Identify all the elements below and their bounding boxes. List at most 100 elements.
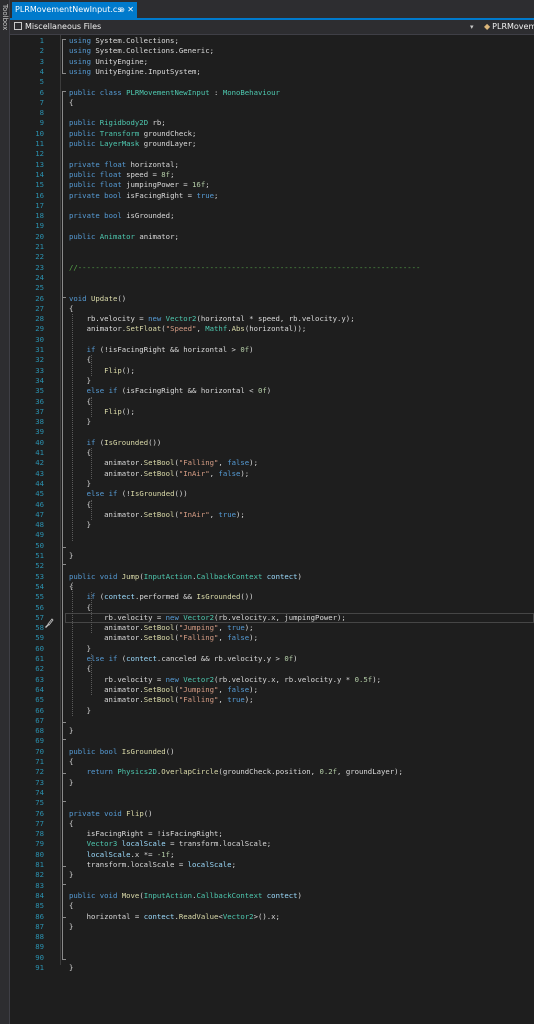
- chevron-down-icon[interactable]: ▾: [470, 20, 474, 34]
- code-line[interactable]: 68}: [10, 726, 534, 736]
- code-line[interactable]: 32 {: [10, 355, 534, 365]
- code-line[interactable]: 48 }: [10, 520, 534, 530]
- code-line[interactable]: 42 animator.SetBool("Falling", false);: [10, 458, 534, 468]
- code-line[interactable]: 41 {: [10, 448, 534, 458]
- code-line[interactable]: 45 else if (!IsGrounded()): [10, 489, 534, 499]
- code-line[interactable]: 44 }: [10, 479, 534, 489]
- code-line[interactable]: 14 public float speed = 8f;: [10, 170, 534, 180]
- code-line[interactable]: 84 public void Move(InputAction.CallbackC…: [10, 891, 534, 901]
- outline-collapse-marker[interactable]: [62, 883, 66, 919]
- code-line[interactable]: 33 Flip();: [10, 366, 534, 376]
- code-line[interactable]: 9 public Rigidbody2D rb;: [10, 118, 534, 128]
- code-line[interactable]: 75: [10, 798, 534, 808]
- code-line[interactable]: 37 Flip();: [10, 407, 534, 417]
- code-line[interactable]: 49: [10, 530, 534, 540]
- code-line[interactable]: 3 using UnityEngine;: [10, 57, 534, 67]
- code-line[interactable]: 66 }: [10, 706, 534, 716]
- code-line[interactable]: 43 animator.SetBool("InAir", false);: [10, 469, 534, 479]
- outline-collapse-marker[interactable]: [62, 801, 66, 867]
- code-line[interactable]: 28 rb.velocity = new Vector2(horizontal …: [10, 314, 534, 324]
- type-dropdown[interactable]: ◆PLRMovemen: [484, 20, 534, 34]
- code-line[interactable]: 1 using System.Collections;: [10, 36, 534, 46]
- code-line[interactable]: 29 animator.SetFloat("Speed", Mathf.Abs(…: [10, 324, 534, 334]
- code-line[interactable]: 2 using System.Collections.Generic;: [10, 46, 534, 56]
- code-line[interactable]: 72 return Physics2D.OverlapCircle(ground…: [10, 767, 534, 777]
- code-line[interactable]: 62 {: [10, 664, 534, 674]
- outline-collapse-marker[interactable]: [62, 564, 66, 723]
- code-line[interactable]: 65 animator.SetBool("Falling", true);: [10, 695, 534, 705]
- toolbox-label[interactable]: Toolbox: [0, 4, 9, 30]
- tab-plrmovementnewinput[interactable]: PLRMovementNewInput.cs ⊕ ✕: [12, 2, 137, 18]
- code-line[interactable]: 19: [10, 221, 534, 231]
- code-line[interactable]: 67: [10, 716, 534, 726]
- code-line[interactable]: 57 rb.velocity = new Vector2(rb.velocity…: [10, 612, 534, 623]
- code-line[interactable]: 63 rb.velocity = new Vector2(rb.velocity…: [10, 675, 534, 685]
- code-line[interactable]: 12: [10, 149, 534, 159]
- code-line[interactable]: 60 }: [10, 644, 534, 654]
- code-line[interactable]: 83: [10, 881, 534, 891]
- code-line[interactable]: 34 }: [10, 376, 534, 386]
- code-line[interactable]: 80 localScale.x *= -1f;: [10, 850, 534, 860]
- code-line[interactable]: 46 {: [10, 500, 534, 510]
- code-line[interactable]: 36 {: [10, 397, 534, 407]
- code-line[interactable]: 54{: [10, 582, 534, 592]
- pin-icon[interactable]: ⊕: [119, 2, 125, 18]
- code-line[interactable]: 8: [10, 108, 534, 118]
- code-line[interactable]: 4 using UnityEngine.InputSystem;: [10, 67, 534, 77]
- code-line[interactable]: 26 void Update(): [10, 294, 534, 304]
- code-line[interactable]: 88: [10, 932, 534, 942]
- code-line[interactable]: 76 private void Flip(): [10, 809, 534, 819]
- code-line[interactable]: 73}: [10, 778, 534, 788]
- code-line[interactable]: 90: [10, 953, 534, 963]
- code-line[interactable]: 77 {: [10, 819, 534, 829]
- code-line[interactable]: 53 public void Jump(InputAction.CallbackC…: [10, 572, 534, 582]
- toolbox-strip[interactable]: Toolbox: [0, 0, 10, 1024]
- project-dropdown[interactable]: Miscellaneous Files: [14, 20, 101, 34]
- code-line[interactable]: 10 public Transform groundCheck;: [10, 129, 534, 139]
- code-line[interactable]: 47 animator.SetBool("InAir", true);: [10, 510, 534, 520]
- code-line[interactable]: 38 }: [10, 417, 534, 427]
- code-line[interactable]: 85 {: [10, 901, 534, 911]
- code-line[interactable]: 23 //------------------------------------…: [10, 263, 534, 273]
- code-line[interactable]: 6 public class PLRMovementNewInput : Mono…: [10, 88, 534, 98]
- code-line[interactable]: 20 public Animator animator;: [10, 232, 534, 242]
- code-line[interactable]: 86 horizontal = contect.ReadValue<Vector…: [10, 912, 534, 922]
- code-line[interactable]: 17: [10, 201, 534, 211]
- code-line[interactable]: 16 private bool isFacingRight = true;: [10, 191, 534, 201]
- code-line[interactable]: 82}: [10, 870, 534, 880]
- code-line[interactable]: 87}: [10, 922, 534, 932]
- code-line[interactable]: 21: [10, 242, 534, 252]
- code-line[interactable]: 89: [10, 942, 534, 952]
- code-line[interactable]: 31 if (!isFacingRight && horizontal > 0f…: [10, 345, 534, 355]
- code-line[interactable]: 25: [10, 283, 534, 293]
- code-line[interactable]: 59 animator.SetBool("Falling", false);: [10, 633, 534, 643]
- code-line[interactable]: 27 {: [10, 304, 534, 314]
- close-icon[interactable]: ✕: [127, 2, 134, 18]
- code-line[interactable]: 39: [10, 427, 534, 437]
- code-line[interactable]: 79 Vector3 localScale = transform.localS…: [10, 839, 534, 849]
- outline-collapse-marker[interactable]: [62, 739, 66, 775]
- outline-collapse-marker[interactable]: [62, 296, 66, 548]
- outline-collapse-marker[interactable]: [62, 39, 66, 74]
- code-line[interactable]: 7{: [10, 98, 534, 108]
- code-line[interactable]: 61 else if (contect.canceled && rb.veloc…: [10, 654, 534, 664]
- code-line[interactable]: 51}: [10, 551, 534, 561]
- code-line[interactable]: 70 public bool IsGrounded(): [10, 747, 534, 757]
- code-line[interactable]: 24: [10, 273, 534, 283]
- code-line[interactable]: 81 transform.localScale = localScale;: [10, 860, 534, 870]
- code-line[interactable]: 78 isFacingRight = !isFacingRight;: [10, 829, 534, 839]
- code-line[interactable]: 52: [10, 561, 534, 571]
- code-editor[interactable]: 1 using System.Collections; 2 using System.…: [10, 35, 534, 1024]
- code-line[interactable]: 64 animator.SetBool("Jumping", false);: [10, 685, 534, 695]
- code-line[interactable]: 71 {: [10, 757, 534, 767]
- code-line[interactable]: 55 if (contect.performed && IsGrounded()…: [10, 592, 534, 602]
- code-line[interactable]: 15 public float jumpingPower = 16f;: [10, 180, 534, 190]
- code-line[interactable]: 22: [10, 252, 534, 262]
- code-line[interactable]: 40 if (IsGrounded()): [10, 438, 534, 448]
- code-line[interactable]: 35 else if (isFacingRight && horizontal …: [10, 386, 534, 396]
- code-line[interactable]: 13 private float horizontal;: [10, 160, 534, 170]
- code-line[interactable]: 5: [10, 77, 534, 87]
- code-line[interactable]: 30: [10, 335, 534, 345]
- code-line[interactable]: 91}: [10, 963, 534, 973]
- code-line[interactable]: 69: [10, 736, 534, 746]
